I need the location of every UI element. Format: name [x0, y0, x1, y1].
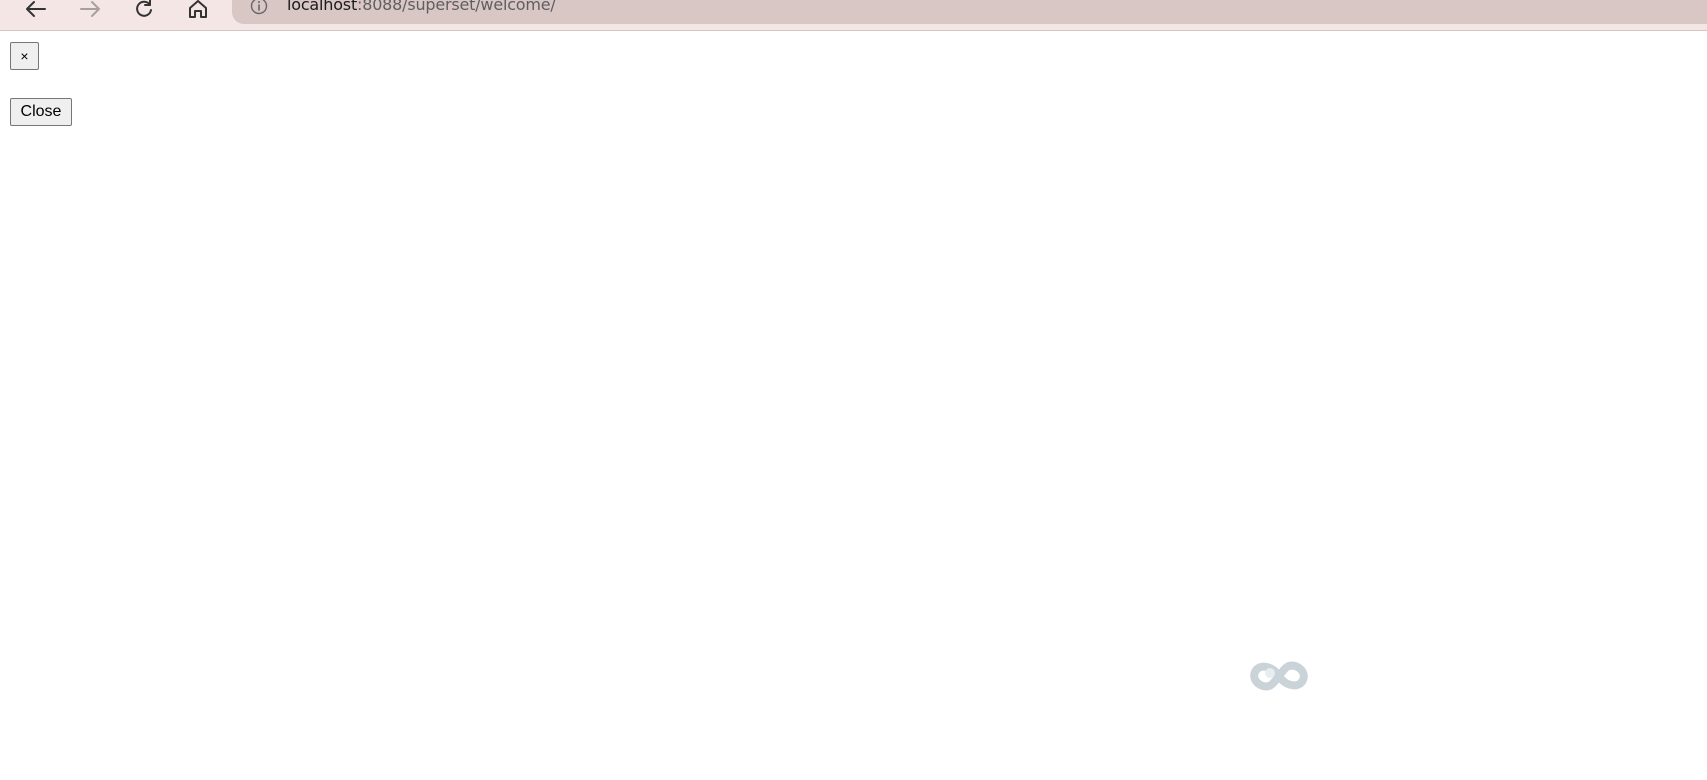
reload-button[interactable]	[126, 0, 162, 24]
dismiss-button[interactable]: ×	[10, 42, 39, 70]
forward-arrow-icon	[80, 1, 100, 17]
reload-icon	[136, 0, 152, 17]
loading-spinner-icon	[1250, 661, 1308, 691]
back-button[interactable]	[18, 0, 54, 24]
url-text[interactable]: localhost:8088/superset/welcome/	[287, 0, 556, 14]
info-icon[interactable]	[250, 0, 268, 15]
forward-button[interactable]	[72, 0, 108, 24]
url-path: :8088/superset/welcome/	[357, 0, 556, 14]
home-button[interactable]	[180, 0, 216, 24]
browser-toolbar: localhost:8088/superset/welcome/	[0, 0, 1707, 31]
url-host: localhost	[287, 0, 358, 14]
back-arrow-icon	[26, 1, 46, 17]
close-button[interactable]: Close	[10, 98, 72, 126]
home-icon	[189, 0, 207, 18]
